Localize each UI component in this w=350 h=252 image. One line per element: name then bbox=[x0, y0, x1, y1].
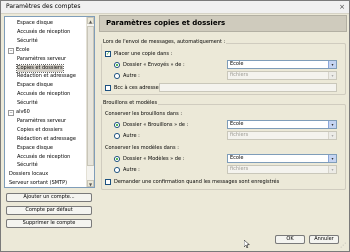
sent-folder-radio[interactable] bbox=[114, 62, 120, 68]
tree-item[interactable]: Accusés de réception bbox=[17, 91, 70, 98]
tree-item[interactable]: Espace disque bbox=[17, 145, 53, 152]
sent-folder-value: Ecole bbox=[230, 61, 244, 67]
tree-item-label: Rédaction et adressage bbox=[17, 135, 76, 142]
chevron-down-icon: ▾ bbox=[328, 155, 336, 162]
tree-item-label: Sécurité bbox=[17, 162, 38, 169]
close-icon[interactable]: × bbox=[338, 3, 346, 11]
tree-item[interactable]: Paramètres serveur bbox=[17, 118, 66, 125]
chevron-down-icon: ▾ bbox=[328, 121, 336, 128]
tree-item[interactable]: Espace disque bbox=[17, 20, 53, 27]
account-tree: Espace disque Accusés de réception Sécurit… bbox=[4, 16, 95, 188]
tree-item[interactable]: Accusés de réception bbox=[17, 29, 70, 36]
sent-other-value: fichiers bbox=[230, 72, 249, 78]
templates-folder-value: Ecole bbox=[230, 155, 244, 161]
tree-item-label: Copies et dossiers bbox=[17, 64, 63, 71]
confirm-save-checkbox[interactable] bbox=[105, 179, 111, 185]
tree-item-label: Dossiers locaux bbox=[9, 171, 49, 178]
tree-scrollbar[interactable]: ▲ ▼ bbox=[86, 17, 94, 187]
templates-other-label: Autre : bbox=[123, 167, 140, 173]
tree-item-label: Espace disque bbox=[17, 82, 54, 89]
title-bar: Paramètres des comptes × bbox=[1, 1, 349, 14]
sent-folder-select[interactable]: Ecole ▾ bbox=[227, 60, 337, 69]
tree-item-label: Accusés de réception bbox=[17, 28, 71, 35]
drafts-folder-select[interactable]: Ecole ▾ bbox=[227, 120, 337, 129]
tree-item-label: Accusés de réception bbox=[17, 91, 71, 98]
default-account-button[interactable]: Compte par défaut bbox=[6, 206, 92, 215]
tree-item[interactable]: Sécurité bbox=[17, 100, 38, 107]
tree-item-label: Serveur sortant (SMTP) bbox=[9, 180, 68, 187]
drafts-store-label: Conserver les brouillons dans : bbox=[105, 111, 183, 117]
account-settings-window: Paramètres des comptes × Espace disque Ac… bbox=[0, 0, 350, 252]
chevron-down-icon: ▾ bbox=[328, 132, 336, 139]
tree-item[interactable]: Copies et dossiers bbox=[16, 63, 64, 73]
resize-grip-icon[interactable]: ⋰ bbox=[340, 242, 348, 250]
chevron-down-icon: ▾ bbox=[328, 61, 336, 68]
tree-item-label: Sécurité bbox=[17, 37, 38, 44]
panel-header: Paramètres copies et dossiers bbox=[99, 15, 347, 32]
sent-other-label: Autre : bbox=[123, 73, 140, 79]
templates-other-radio[interactable] bbox=[114, 167, 120, 173]
tree-item-label: Paramètres serveur bbox=[17, 117, 67, 124]
templates-folder-select[interactable]: Ecole ▾ bbox=[227, 154, 337, 163]
place-copy-checkbox[interactable]: ✓ bbox=[105, 51, 111, 57]
tree-item[interactable]: Sécurité bbox=[17, 38, 38, 45]
templates-other-select[interactable]: fichiers ▾ bbox=[227, 165, 337, 174]
tree-item-label: Sécurité bbox=[17, 100, 38, 107]
drafts-legend: Brouillons et modèles bbox=[102, 100, 159, 106]
tree-item-label: Copies et dossiers bbox=[17, 126, 63, 133]
panel-title: Paramètres copies et dossiers bbox=[106, 19, 226, 27]
drafts-folder-radio[interactable] bbox=[114, 122, 120, 128]
templates-other-value: fichiers bbox=[230, 166, 249, 172]
drafts-other-value: fichiers bbox=[230, 132, 249, 138]
tree-item[interactable]: Serveur sortant (SMTP) bbox=[9, 180, 67, 187]
tree-item[interactable]: Paramètres serveur bbox=[17, 56, 66, 63]
collapse-icon[interactable]: − bbox=[8, 47, 14, 54]
place-copy-label: Placer une copie dans : bbox=[114, 51, 173, 57]
templates-store-label: Conserver les modèles dans : bbox=[105, 145, 179, 151]
bcc-input[interactable] bbox=[159, 83, 337, 92]
tree-item[interactable]: Espace disque bbox=[17, 82, 53, 89]
confirm-save-label: Demander une confirmation quand les mess… bbox=[114, 179, 280, 185]
sent-other-select[interactable]: fichiers ▾ bbox=[227, 71, 337, 80]
tree-item-label: Ecole bbox=[16, 46, 30, 53]
chevron-down-icon: ▾ bbox=[328, 72, 336, 79]
tree-item[interactable]: Dossiers locaux bbox=[9, 171, 48, 178]
drafts-other-label: Autre : bbox=[123, 133, 140, 139]
tree-item-label: Espace disque bbox=[17, 144, 54, 151]
tree-item[interactable]: Rédaction et adressage bbox=[17, 73, 76, 80]
drafts-folder-label: Dossier « Brouillons » de : bbox=[123, 122, 189, 128]
delete-account-button[interactable]: Supprimer le compte bbox=[6, 219, 92, 228]
bcc-label: Bcc à ces adresses : bbox=[114, 85, 165, 91]
drafts-other-radio[interactable] bbox=[114, 133, 120, 139]
sent-other-radio[interactable] bbox=[114, 73, 120, 79]
tree-item[interactable]: Rédaction et adressage bbox=[17, 136, 76, 143]
mouse-cursor-icon bbox=[244, 240, 250, 248]
sent-folder-label: Dossier « Envoyés » de : bbox=[123, 62, 185, 68]
tree-item-label: alv60 bbox=[16, 109, 30, 115]
scroll-down-icon[interactable]: ▼ bbox=[87, 180, 94, 187]
tree-item[interactable]: Sécurité bbox=[17, 162, 38, 169]
window-title: Paramètres des comptes bbox=[6, 3, 81, 10]
tree-item-label: Accusés de réception bbox=[17, 153, 71, 160]
cancel-button[interactable]: Annuler bbox=[309, 235, 339, 244]
templates-folder-label: Dossier « Modèles » de : bbox=[123, 156, 185, 162]
bcc-checkbox[interactable] bbox=[105, 85, 111, 91]
ok-button[interactable]: OK bbox=[275, 235, 305, 244]
drafts-other-select[interactable]: fichiers ▾ bbox=[227, 131, 337, 140]
tree-item-label: Paramètres serveur bbox=[17, 55, 67, 62]
tree-item[interactable]: − Ecole bbox=[8, 46, 30, 54]
scroll-thumb[interactable] bbox=[87, 26, 94, 166]
collapse-icon[interactable]: − bbox=[8, 110, 14, 116]
scroll-up-icon[interactable]: ▲ bbox=[87, 17, 94, 24]
tree-item[interactable]: − alv60 bbox=[8, 109, 30, 116]
tree-item[interactable]: Accusés de réception bbox=[17, 154, 70, 161]
drafts-folder-value: Ecole bbox=[230, 121, 244, 127]
add-account-button[interactable]: Ajouter un compte... bbox=[6, 193, 92, 202]
tree-item[interactable]: Copies et dossiers bbox=[17, 127, 63, 134]
templates-folder-radio[interactable] bbox=[114, 156, 120, 162]
chevron-down-icon: ▾ bbox=[328, 166, 336, 173]
tree-item-label: Espace disque bbox=[17, 20, 54, 26]
sending-legend: Lors de l'envoi de messages, automatique… bbox=[102, 39, 227, 45]
tree-item-label: Rédaction et adressage bbox=[17, 73, 76, 80]
